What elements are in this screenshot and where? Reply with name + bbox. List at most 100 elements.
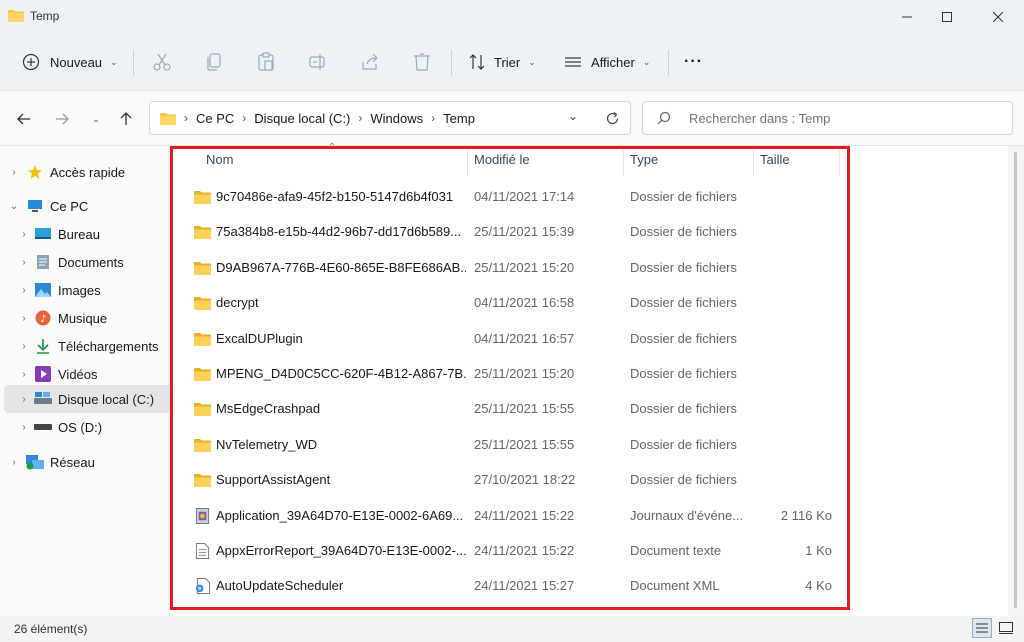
share-button[interactable] [360,46,380,78]
delete-button[interactable] [412,46,432,78]
chevron-right-icon[interactable]: › [18,285,30,296]
copy-button[interactable] [204,46,224,78]
share-icon [362,53,378,70]
address-bar[interactable]: › Ce PC › Disque local (C:) › Windows › … [149,101,631,135]
sidebar-item-label: Musique [58,310,108,326]
folder-icon [194,403,211,417]
file-row[interactable]: D9AB967A-776B-4E60-865E-B8FE686AB... 25/1… [184,251,852,286]
rename-button[interactable] [308,46,328,78]
maximize-button[interactable] [924,0,970,34]
file-row[interactable]: decrypt 04/11/2021 16:58 Dossier de fichie… [184,286,852,321]
file-row[interactable]: 9c70486e-afa9-45f2-b150-5147d6b4f031 04/1… [184,180,852,215]
chevron-right-icon[interactable]: › [18,369,30,380]
chevron-right-icon[interactable]: › [18,229,30,240]
file-name: D9AB967A-776B-4E60-865E-B8FE686AB... [216,259,466,275]
plus-circle-icon [22,53,40,71]
file-row[interactable]: MsEdgeCrashpad 25/11/2021 15:55 Dossier de… [184,392,852,427]
toolbar-divider [133,50,134,76]
chevron-right-icon[interactable]: › [18,257,30,268]
vertical-scrollbar[interactable] [1008,146,1024,616]
chevron-right-icon[interactable]: › [18,422,30,433]
video-icon [34,366,52,382]
close-button[interactable] [975,0,1021,34]
tiles-view-button[interactable] [996,618,1016,638]
file-modified: 24/11/2021 15:22 [474,543,575,558]
sidebar-item-local-disk-c[interactable]: › Disque local (C:) [4,385,186,413]
file-row[interactable]: NvTelemetry_WD 25/11/2021 15:55 Dossier de… [184,428,852,463]
file-row[interactable]: ExcalDUPlugin 04/11/2021 16:57 Dossier de … [184,322,852,357]
view-label: Afficher [591,54,635,70]
breadcrumb-separator: › [431,111,436,125]
chevron-right-icon[interactable]: › [18,341,30,352]
file-row[interactable]: 75a384b8-e15b-44d2-96b7-dd17d6b589... 25/… [184,215,852,250]
up-button[interactable] [116,109,136,129]
sidebar-item-os-d[interactable]: › OS (D:) [0,413,186,441]
chevron-right-icon[interactable]: › [8,457,20,468]
column-divider[interactable] [623,150,624,176]
file-modified: 04/11/2021 17:14 [474,189,575,204]
scrollbar-thumb[interactable] [1014,152,1017,608]
sidebar-item-label: Réseau [50,454,95,470]
sidebar-item-quick-access[interactable]: › Accès rapide [0,158,176,186]
chevron-right-icon[interactable]: › [18,313,30,324]
file-row[interactable]: AutoUpdateScheduler 24/11/2021 15:27 Docum… [184,569,852,604]
file-row[interactable]: AppxErrorReport_39A64D70-E13E-0002-... 24… [184,534,852,569]
sort-button[interactable]: Trier ⌄ [468,46,536,78]
sort-ascending-icon: ⌃ [328,142,337,153]
paste-button[interactable] [256,46,276,78]
recent-locations-button[interactable]: ⌄ [86,109,106,129]
file-row[interactable]: MPENG_D4D0C5CC-620F-4B12-A867-7B... 25/11… [184,357,852,392]
chevron-down-icon[interactable]: ⌄ [8,201,20,212]
new-button[interactable]: Nouveau ⌄ [22,46,118,78]
search-input[interactable] [687,109,991,127]
file-type: Dossier de fichiers [630,259,737,275]
sidebar-item-network[interactable]: › Réseau [0,448,176,476]
column-divider[interactable] [467,150,468,176]
chevron-down-icon: ⌄ [642,56,651,67]
sidebar-item-images[interactable]: › Images [0,276,186,304]
forward-button[interactable] [52,109,72,129]
sidebar-item-music[interactable]: › ♪ Musique [0,304,186,332]
file-modified: 25/11/2021 15:39 [474,224,575,240]
title-bar: Temp [0,0,1024,34]
column-header-name[interactable]: Nom [206,152,233,167]
sidebar-item-videos[interactable]: › Vidéos [0,360,186,388]
back-button[interactable] [14,109,34,129]
column-header-size[interactable]: Taille [760,152,790,167]
file-row[interactable]: SupportAssistAgent 27/10/2021 18:22 Dossie… [184,463,852,498]
file-name: SupportAssistAgent [216,472,331,488]
chevron-right-icon[interactable]: › [18,394,30,405]
view-button[interactable]: Afficher ⌄ [564,46,650,78]
breadcrumb-ce-pc[interactable]: Ce PC [196,111,234,126]
copy-icon [207,53,221,71]
chevron-down-icon: ⌄ [92,113,100,124]
file-row[interactable]: Application_39A64D70-E13E-0002-6A69... 24… [184,499,852,534]
sidebar-item-documents[interactable]: › Documents [0,248,186,276]
sidebar-item-downloads[interactable]: › Téléchargements [0,332,186,360]
cut-button[interactable] [152,46,172,78]
refresh-icon[interactable] [605,111,620,126]
folder-icon [8,10,24,22]
details-view-button[interactable] [972,618,992,638]
search-box[interactable] [642,101,1013,135]
breadcrumb-disque-local[interactable]: Disque local (C:) [254,111,350,126]
sidebar-item-this-pc[interactable]: ⌄ Ce PC [0,192,176,220]
breadcrumb-windows[interactable]: Windows [370,111,423,126]
sidebar-item-label: Documents [58,254,124,270]
column-header-type[interactable]: Type [630,152,658,167]
sidebar-item-label: Bureau [58,226,100,242]
svg-text:♪: ♪ [40,314,46,325]
file-name: AutoUpdateScheduler [216,578,344,594]
address-history-chevron-icon[interactable]: ⌄ [568,109,578,123]
column-divider[interactable] [753,150,754,176]
breadcrumb-temp[interactable]: Temp [443,111,475,126]
sidebar-item-desktop[interactable]: › Bureau [0,220,186,248]
file-size: 1 Ko [805,543,832,558]
more-options-button[interactable]: ··· [684,46,703,78]
column-header-modified[interactable]: Modifié le [474,152,530,167]
folder-icon [194,261,211,275]
arrow-left-icon [17,113,30,125]
file-type: Dossier de fichiers [630,366,737,381]
chevron-right-icon[interactable]: › [8,167,20,178]
column-divider[interactable] [839,150,840,176]
